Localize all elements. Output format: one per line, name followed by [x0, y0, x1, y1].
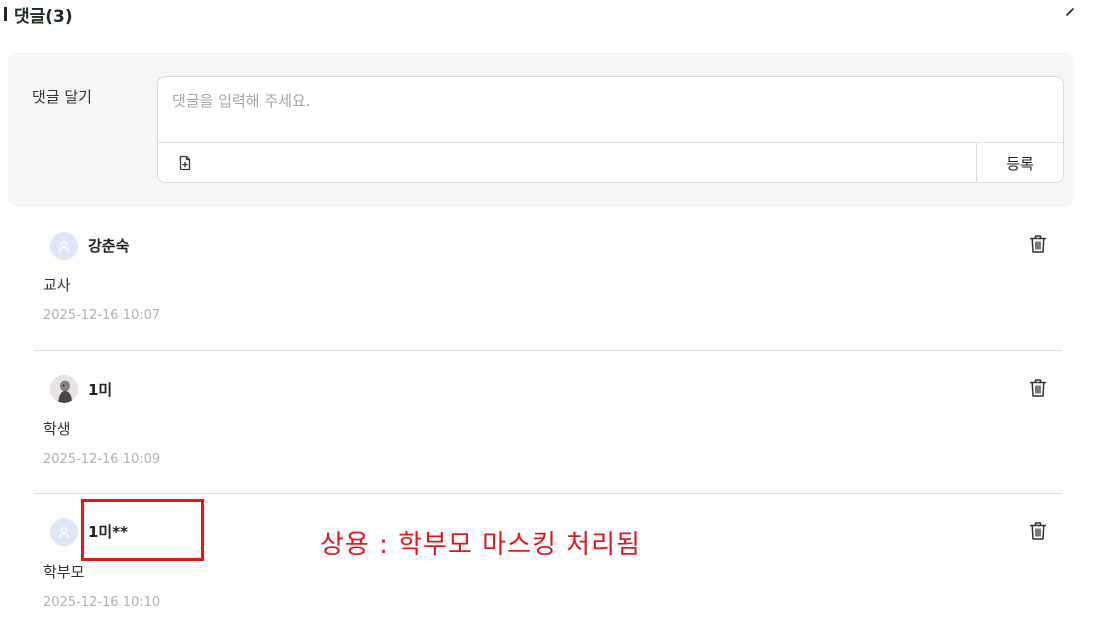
submit-button[interactable]: 등록: [976, 143, 1063, 182]
trash-icon[interactable]: [1029, 234, 1047, 254]
avatar: [50, 232, 78, 260]
comments-section: 댓글(3) 댓글 달기 등록 강춘숙: [0, 0, 1093, 623]
comment-author: 강춘숙: [88, 237, 130, 255]
comment-body: 학생: [43, 420, 71, 438]
comment-body: 학부모: [43, 563, 85, 581]
comment-date: 2025-12-16 10:10: [43, 595, 161, 610]
trash-icon[interactable]: [1029, 378, 1047, 398]
collapse-icon[interactable]: [1064, 6, 1076, 18]
comment-input[interactable]: [158, 77, 1063, 142]
trash-icon[interactable]: [1029, 521, 1047, 541]
avatar: [50, 375, 78, 403]
avatar: [50, 518, 78, 546]
composer-label: 댓글 달기: [32, 88, 92, 106]
attach-file-icon[interactable]: [177, 155, 193, 171]
default-user-icon: [58, 526, 70, 538]
header-bar: [4, 7, 7, 21]
comment-author: 1미: [88, 381, 113, 399]
profile-photo-icon: [50, 375, 78, 403]
comment-date: 2025-12-16 10:09: [43, 452, 161, 467]
comment-author: 1미**: [88, 523, 128, 541]
comment-composer: 댓글 달기 등록: [8, 52, 1074, 207]
comment-editor: 등록: [157, 76, 1064, 183]
default-user-icon: [58, 240, 70, 252]
comments-header: 댓글(3): [4, 2, 73, 27]
editor-toolbar: 등록: [158, 142, 1063, 182]
comment-body: 교사: [43, 276, 71, 294]
comment-item: 강춘숙 교사 2025-12-16 10:07: [34, 207, 1062, 350]
comment-item: 1미 학생 2025-12-16 10:09: [34, 350, 1062, 493]
comment-date: 2025-12-16 10:07: [43, 308, 161, 323]
annotation-text: 상용 : 학부모 마스킹 처리됨: [320, 530, 641, 560]
comments-title: 댓글(3): [14, 6, 73, 27]
